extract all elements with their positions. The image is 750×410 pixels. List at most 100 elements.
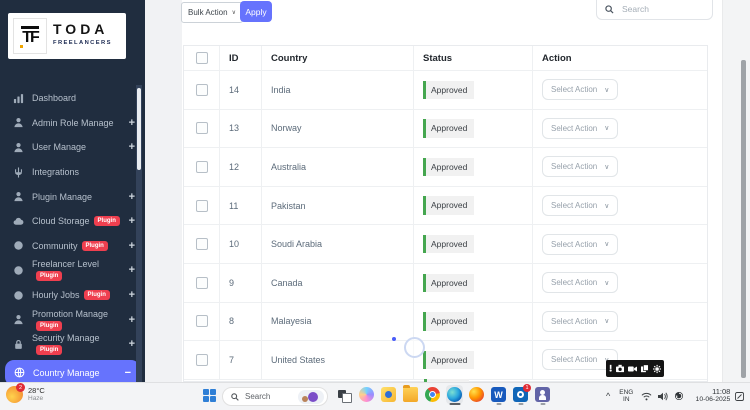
expand-toggle-icon[interactable]: −: [125, 367, 131, 379]
row-checkbox[interactable]: [196, 354, 208, 366]
search-placeholder: Search: [622, 4, 649, 14]
header-status: Status: [414, 46, 533, 71]
speaker-icon[interactable]: [658, 392, 668, 401]
expand-toggle-icon[interactable]: +: [129, 240, 135, 252]
row-checkbox[interactable]: [196, 200, 208, 212]
weather-condition[interactable]: Haze: [28, 395, 43, 402]
tray-clock[interactable]: 11:08 10-06-2025: [690, 388, 730, 404]
sidebar-item-admin-role-manage[interactable]: Admin Role Manage+: [0, 111, 145, 136]
language-indicator[interactable]: ENG IN: [619, 389, 633, 403]
sidebar: TF TODA FREELANCERS DashboardAdmin Role …: [0, 0, 145, 410]
apply-button[interactable]: Apply: [240, 1, 272, 22]
taskbar-apps: W1: [336, 385, 551, 404]
select-action-dropdown[interactable]: Select Action ∨: [542, 118, 618, 139]
sidebar-item-community[interactable]: CommunityPlugin+: [0, 234, 145, 259]
photos-app-taskbar-button[interactable]: [380, 385, 397, 404]
battery-sync-icon[interactable]: [674, 391, 684, 401]
expand-toggle-icon[interactable]: +: [129, 117, 135, 129]
cell-country: Soudi Arabia: [262, 225, 414, 264]
word-taskbar-button[interactable]: W: [490, 385, 507, 404]
teams-icon: [535, 387, 550, 402]
taskbar-search[interactable]: Search: [222, 387, 328, 406]
expand-toggle-icon[interactable]: +: [129, 314, 135, 326]
row-checkbox[interactable]: [196, 161, 208, 173]
chrome-icon: [425, 387, 440, 402]
chrome-taskbar-button[interactable]: [424, 385, 441, 404]
bulk-action-dropdown[interactable]: Bulk Action ∨: [181, 2, 243, 23]
copilot-icon: [359, 387, 374, 402]
expand-toggle-icon[interactable]: +: [129, 338, 135, 350]
edge-taskbar-button[interactable]: [446, 385, 463, 404]
sidebar-item-security-manage[interactable]: Security ManagePlugin+: [0, 332, 145, 357]
video-camera-icon[interactable]: [628, 365, 637, 373]
file-explorer-taskbar-button[interactable]: [402, 385, 419, 404]
photos-app-icon: [381, 387, 396, 402]
cell-id: 14: [220, 71, 262, 110]
settings-gear-icon[interactable]: [653, 364, 661, 374]
wifi-icon[interactable]: [641, 392, 652, 401]
pin-icon[interactable]: [609, 364, 612, 373]
select-action-dropdown[interactable]: Select Action ∨: [542, 272, 618, 293]
table-row: 14IndiaApprovedSelect Action ∨: [184, 71, 707, 110]
row-checkbox[interactable]: [196, 238, 208, 250]
expand-toggle-icon[interactable]: +: [129, 215, 135, 227]
plugin-badge: Plugin: [36, 271, 62, 281]
sidebar-scrollbar-thumb[interactable]: [137, 88, 141, 170]
firefox-taskbar-button[interactable]: [468, 385, 485, 404]
task-view-taskbar-button[interactable]: [336, 385, 353, 404]
select-action-dropdown[interactable]: Select Action ∨: [542, 156, 618, 177]
cell-id: 12: [220, 148, 262, 187]
tray-date: 10-06-2025: [690, 396, 730, 404]
chevron-down-icon: ∨: [604, 163, 609, 171]
sidebar-item-hourly-jobs[interactable]: Hourly JobsPlugin+: [0, 283, 145, 308]
row-checkbox[interactable]: [196, 84, 208, 96]
sidebar-item-integrations[interactable]: Integrations: [0, 160, 145, 185]
sidebar-item-cloud-storage[interactable]: Cloud StoragePlugin+: [0, 209, 145, 234]
teams-taskbar-button[interactable]: [534, 385, 551, 404]
sidebar-item-label: Hourly Jobs: [32, 290, 80, 300]
header-country: Country: [262, 46, 414, 71]
logo-subtitle: FREELANCERS: [53, 40, 112, 46]
row-checkbox[interactable]: [196, 277, 208, 289]
tray-chevron-up-icon[interactable]: ^: [606, 391, 610, 401]
user-icon: [13, 117, 24, 128]
app-logo[interactable]: TF TODA FREELANCERS: [8, 13, 126, 59]
notification-pen-icon[interactable]: [735, 392, 744, 401]
copy-icon[interactable]: [641, 364, 648, 373]
notification-badge: 1: [523, 384, 531, 392]
chevron-down-icon: ∨: [232, 9, 236, 16]
table-body: 14IndiaApprovedSelect Action ∨13NorwayAp…: [184, 71, 707, 380]
firefox-icon: [469, 387, 484, 402]
camera-icon[interactable]: [616, 364, 624, 373]
select-action-dropdown[interactable]: Select Action ∨: [542, 311, 618, 332]
copilot-taskbar-button[interactable]: [358, 385, 375, 404]
sidebar-item-dashboard[interactable]: Dashboard: [0, 86, 145, 111]
weather-temperature[interactable]: 28°C: [28, 386, 45, 395]
search-input[interactable]: Search: [596, 0, 713, 20]
status-badge: Approved: [423, 312, 474, 331]
sidebar-item-plugin-manage[interactable]: Plugin Manage+: [0, 184, 145, 209]
sidebar-item-promotion-manage[interactable]: Promotion ManagePlugin+: [0, 307, 145, 332]
row-checkbox[interactable]: [196, 315, 208, 327]
status-badge: Approved: [423, 119, 474, 138]
start-button[interactable]: [203, 389, 216, 402]
expand-toggle-icon[interactable]: +: [129, 289, 135, 301]
word-icon: W: [491, 387, 506, 402]
select-action-dropdown[interactable]: Select Action ∨: [542, 79, 618, 100]
sidebar-item-freelancer-level[interactable]: Freelancer LevelPlugin+: [0, 258, 145, 283]
expand-toggle-icon[interactable]: +: [129, 191, 135, 203]
select-action-dropdown[interactable]: Select Action ∨: [542, 195, 618, 216]
row-checkbox[interactable]: [196, 122, 208, 134]
page-scrollbar-thumb[interactable]: [741, 60, 746, 378]
chevron-down-icon: ∨: [604, 240, 609, 248]
sidebar-item-label: Country Manage: [33, 368, 100, 378]
sidebar-item-label: Promotion Manage: [32, 309, 108, 319]
cell-id: 10: [220, 225, 262, 264]
select-all-checkbox[interactable]: [196, 52, 208, 64]
select-action-dropdown[interactable]: Select Action ∨: [542, 234, 618, 255]
expand-toggle-icon[interactable]: +: [129, 141, 135, 153]
outlook-taskbar-button[interactable]: 1: [512, 385, 529, 404]
cell-id: 11: [220, 187, 262, 226]
sidebar-item-user-manage[interactable]: User Manage+: [0, 135, 145, 160]
expand-toggle-icon[interactable]: +: [129, 264, 135, 276]
